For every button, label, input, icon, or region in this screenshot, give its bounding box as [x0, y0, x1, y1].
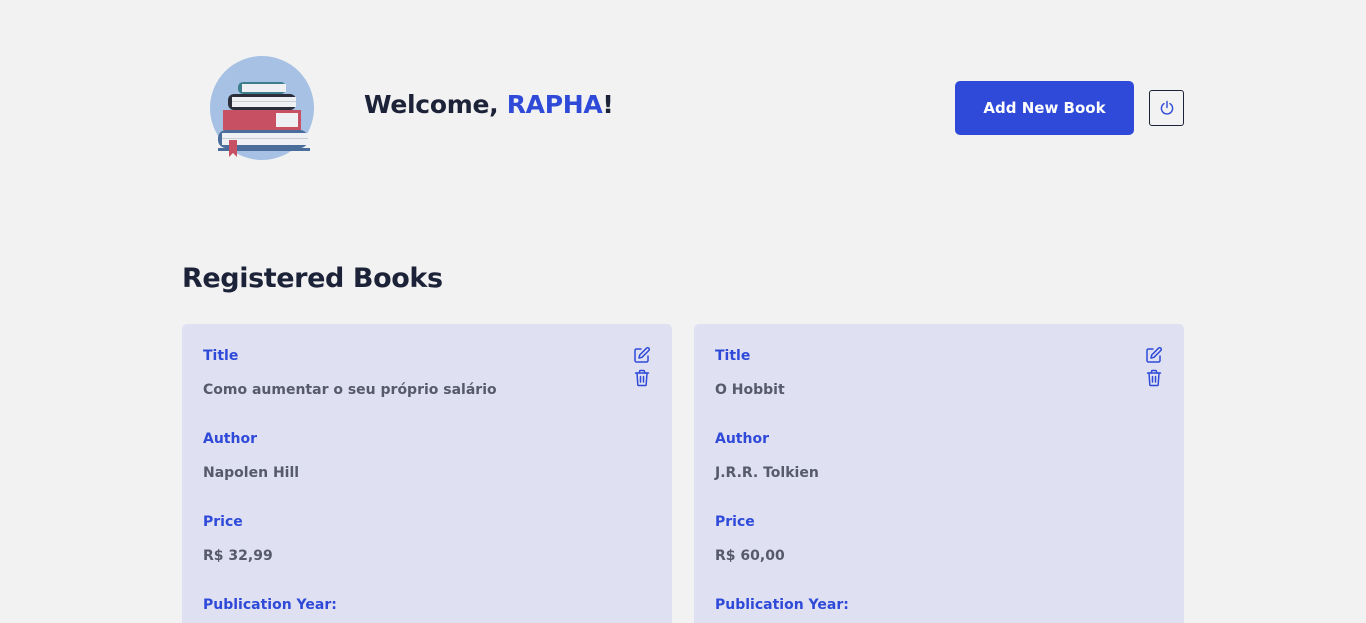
username: RAPHA	[506, 90, 603, 119]
add-new-book-button[interactable]: Add New Book	[955, 81, 1134, 135]
author-label: Author	[203, 431, 257, 447]
logout-button[interactable]	[1149, 90, 1184, 126]
book-price: R$ 60,00	[715, 548, 785, 564]
stacked-books-icon	[210, 56, 314, 160]
publication-year-label: Publication Year:	[715, 597, 849, 613]
book-list: Title Como aumentar o seu próprio salári…	[182, 324, 1184, 623]
price-label: Price	[203, 514, 243, 530]
welcome-heading: Welcome, RAPHA!	[364, 90, 614, 119]
book-card: Title O Hobbit Author J.R.R. Tolkien Pri…	[694, 324, 1184, 623]
title-label: Title	[715, 348, 751, 364]
publication-year-label: Publication Year:	[203, 597, 337, 613]
delete-button[interactable]	[632, 368, 652, 388]
delete-button[interactable]	[1144, 368, 1164, 388]
trash-icon	[634, 369, 650, 387]
header: Welcome, RAPHA! Add New Book	[0, 0, 1366, 215]
title-label: Title	[203, 348, 239, 364]
trash-icon	[1146, 369, 1162, 387]
welcome-prefix: Welcome,	[364, 90, 507, 119]
book-card: Title Como aumentar o seu próprio salári…	[182, 324, 672, 623]
welcome-suffix: !	[602, 90, 614, 119]
book-price: R$ 32,99	[203, 548, 273, 564]
edit-button[interactable]	[1144, 345, 1164, 365]
author-label: Author	[715, 431, 769, 447]
edit-button[interactable]	[632, 345, 652, 365]
book-author: J.R.R. Tolkien	[715, 465, 819, 481]
book-title: Como aumentar o seu próprio salário	[203, 382, 497, 398]
power-icon	[1160, 100, 1173, 115]
section-title: Registered Books	[182, 263, 443, 294]
price-label: Price	[715, 514, 755, 530]
book-author: Napolen Hill	[203, 465, 300, 481]
book-title: O Hobbit	[715, 382, 785, 398]
edit-icon	[1146, 347, 1162, 363]
edit-icon	[634, 347, 650, 363]
